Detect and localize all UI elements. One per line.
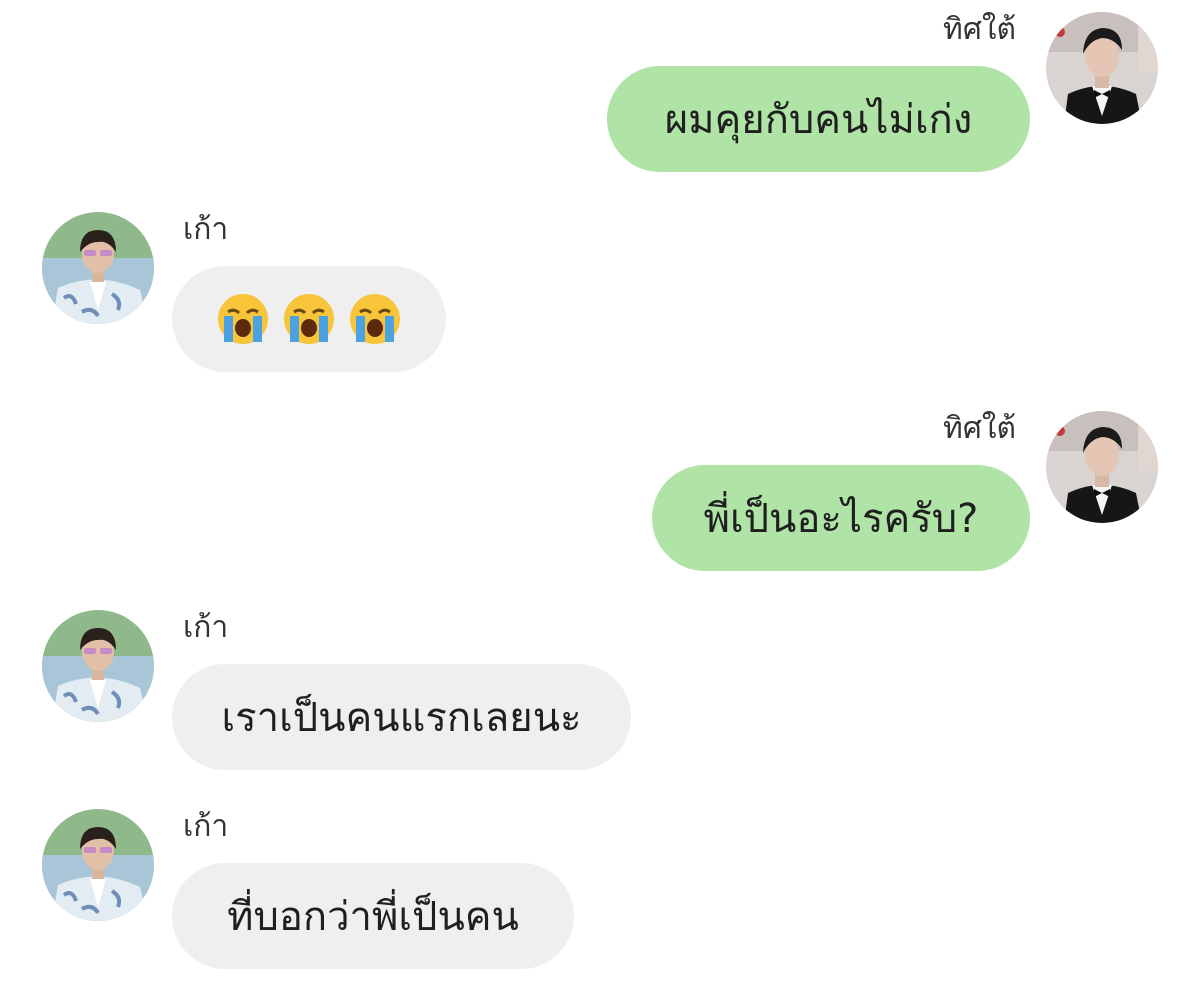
sender-name: ทิศใต้: [943, 12, 1016, 47]
loudly-crying-face-icon: [350, 294, 400, 344]
message-bubble[interactable]: ที่บอกว่าพี่เป็นคน: [172, 863, 574, 969]
message-text: เราเป็นคนแรกเลยนะ: [221, 695, 582, 741]
sender-name: ทิศใต้: [943, 411, 1016, 446]
emoji-row: [216, 292, 402, 346]
avatar-tuxedo-image: [1046, 12, 1158, 124]
sender-name: เก้า: [183, 809, 229, 844]
loudly-crying-face-icon: [284, 294, 334, 344]
avatar[interactable]: [42, 610, 154, 722]
message-bubble[interactable]: เราเป็นคนแรกเลยนะ: [172, 664, 631, 770]
message-text: พี่เป็นอะไรครับ?: [703, 496, 979, 542]
avatar[interactable]: [42, 809, 154, 921]
message-outgoing: ทิศใต้ ผมคุยกับคนไม่เก่ง: [0, 0, 1200, 180]
message-bubble[interactable]: พี่เป็นอะไรครับ?: [652, 465, 1030, 571]
message-bubble[interactable]: [172, 266, 446, 372]
message-text: ที่บอกว่าพี่เป็นคน: [227, 894, 519, 940]
message-outgoing: ทิศใต้ พี่เป็นอะไรครับ?: [0, 399, 1200, 579]
avatar[interactable]: [42, 212, 154, 324]
chat-thread: ทิศใต้ ผมคุยกับคนไม่เก่ง เก้า ทิศใต้ พี่…: [0, 0, 1200, 1000]
message-incoming: เก้า เราเป็นคนแรกเลยนะ: [0, 598, 1200, 778]
sender-name: เก้า: [183, 212, 229, 247]
loudly-crying-face-icon: [218, 294, 268, 344]
message-text: ผมคุยกับคนไม่เก่ง: [664, 97, 973, 143]
message-incoming: เก้า: [0, 200, 1200, 380]
sender-name: เก้า: [183, 610, 229, 645]
avatar-floral-shirt-image: [42, 809, 154, 921]
avatar[interactable]: [1046, 411, 1158, 523]
avatar-tuxedo-image: [1046, 411, 1158, 523]
avatar-floral-shirt-image: [42, 212, 154, 324]
message-bubble[interactable]: ผมคุยกับคนไม่เก่ง: [607, 66, 1030, 172]
avatar[interactable]: [1046, 12, 1158, 124]
avatar-floral-shirt-image: [42, 610, 154, 722]
message-incoming: เก้า ที่บอกว่าพี่เป็นคน: [0, 797, 1200, 977]
